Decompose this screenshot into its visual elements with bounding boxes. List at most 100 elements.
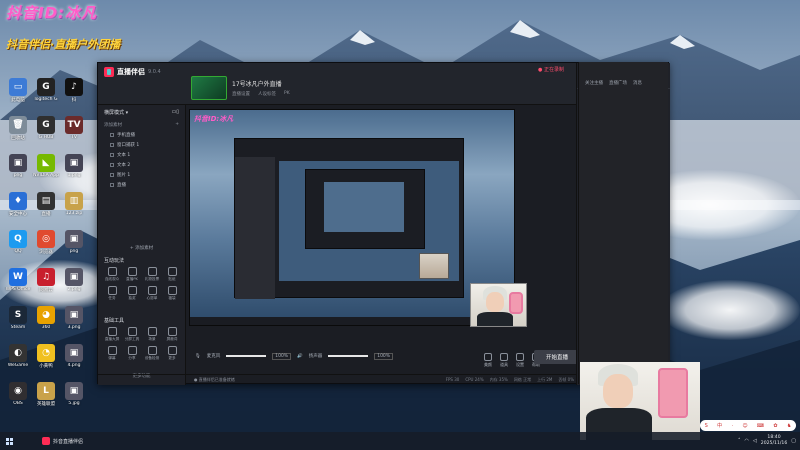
checkbox-icon[interactable] (110, 163, 114, 167)
source-item[interactable]: 手机直播 (98, 130, 185, 140)
desktop-icon[interactable]: GG HUB (32, 116, 60, 140)
desktop-icon[interactable]: ▭ 此电脑 (4, 78, 32, 103)
speaker-volume-value[interactable]: 100% (374, 352, 394, 360)
desktop-icon[interactable]: Q QQ (4, 230, 32, 254)
clock[interactable]: 18:40 2025/11/16 (761, 435, 787, 447)
checkbox-icon[interactable] (110, 133, 114, 137)
room-meta-pk[interactable]: PK (284, 91, 290, 97)
beauty-button[interactable]: 美颜 (484, 353, 492, 368)
desktop-icon[interactable]: ♪ 抖 (60, 78, 88, 103)
room-meta-settings[interactable]: 直播设置 (232, 91, 250, 97)
start-button[interactable] (0, 432, 18, 450)
add-source-button[interactable]: + 添加素材 (98, 245, 185, 251)
source-item[interactable]: 文本 1 (98, 150, 185, 160)
desktop-icon[interactable]: ◐ WeGame (4, 344, 32, 368)
room-meta-tags[interactable]: 人设标签 (258, 91, 276, 97)
stream-preview[interactable]: 抖音ID:冰凡 (189, 109, 515, 326)
settings-button[interactable]: 设置 (516, 353, 524, 368)
mic-volume-value[interactable]: 100% (272, 352, 292, 360)
volume-icon[interactable]: ◁ (753, 438, 757, 444)
source-item[interactable]: 图片 1 (98, 170, 185, 180)
tool-button[interactable]: 分享 (122, 346, 142, 361)
desktop-icon[interactable]: ▥ 123.zip (60, 192, 88, 216)
desktop-icon[interactable]: ▣ 5.jpg (60, 382, 88, 406)
desktop-icon-label: png (69, 249, 79, 254)
status-metric: CPU 24% (465, 377, 484, 382)
checkbox-icon[interactable] (110, 143, 114, 147)
checkbox-icon[interactable] (110, 183, 114, 187)
props-button[interactable]: 道具 (500, 353, 508, 368)
plus-icon[interactable]: + (175, 122, 179, 128)
checkbox-icon[interactable] (110, 153, 114, 157)
desktop-icon[interactable]: ♦ 安全中心 (4, 192, 32, 217)
tool-button[interactable]: 福袋 (162, 286, 182, 301)
desktop-icon[interactable]: ◎ 浏览器 (32, 230, 60, 255)
speaker-volume-slider[interactable] (328, 355, 369, 357)
ime-tool-icon[interactable]: · (731, 423, 733, 429)
desktop-icon[interactable]: ▤ 直播 (32, 192, 60, 217)
notification-icon[interactable]: ▢ (791, 438, 796, 444)
tool-button[interactable]: 任务 (102, 286, 122, 301)
speaker-icon[interactable]: 🔊 (297, 354, 303, 359)
desktop-icon[interactable]: ◣ NVIDIA App (32, 154, 60, 178)
microphone-icon[interactable]: 🎙 (195, 354, 201, 359)
desktop-icon[interactable]: ▣ 3.png (60, 306, 88, 330)
tool-button[interactable]: 直播PK (122, 267, 142, 282)
desktop-icon[interactable]: ▣ png (60, 230, 88, 254)
source-item[interactable]: 窗口捕获 1 (98, 140, 185, 150)
start-live-button[interactable]: 开始直播 (534, 350, 580, 364)
desktop-icon[interactable]: 🗑 回收站 (4, 116, 32, 141)
tool-button[interactable]: 心愿单 (142, 286, 162, 301)
ime-tool-icon[interactable]: ✿ (773, 423, 777, 429)
source-item[interactable]: 文本 2 (98, 160, 185, 170)
ime-tool-icon[interactable]: ☺ (742, 423, 747, 429)
tool-button[interactable]: 屏蔽词 (162, 327, 182, 342)
desktop-icon[interactable]: ♫ 网易云 (32, 268, 60, 293)
ime-tool-icon[interactable]: 中 (717, 422, 722, 429)
tool-button[interactable]: 弹幕 (102, 346, 122, 361)
ime-tool-icon[interactable]: ⌨ (757, 423, 764, 429)
chevron-up-icon[interactable]: ˄ (738, 438, 741, 444)
tool-button[interactable]: 连线观众 (102, 267, 122, 282)
tool-button[interactable]: 场景 (142, 327, 162, 342)
desktop-icon[interactable]: Glogitech G (32, 78, 60, 102)
desktop-icon[interactable]: ▣ png (4, 154, 32, 178)
desktop-icon[interactable]: ◕ 360 (32, 306, 60, 330)
tool-button[interactable]: 分屏工具 (122, 327, 142, 342)
checkbox-icon[interactable] (110, 173, 114, 177)
side-browser-window[interactable]: 关注主播 直播广场 消息 (578, 62, 668, 384)
room-cover-thumbnail[interactable] (191, 76, 227, 100)
scene-selector[interactable]: 横屏模式 ▾ ▭▯ (98, 105, 185, 120)
desktop-icon[interactable]: L 英雄联盟 (32, 382, 60, 407)
desktop-icon[interactable]: TV TV (60, 116, 88, 140)
side-tab-square[interactable]: 直播广场 (609, 80, 627, 86)
side-tab-messages[interactable]: 消息 (633, 80, 642, 86)
ime-toolbar[interactable]: S 中 · ☺ ⌨ ✿ ♞ (700, 420, 796, 431)
side-tab-follow[interactable]: 关注主播 (585, 80, 603, 86)
tool-button[interactable]: 贴纸 (162, 267, 182, 282)
ime-tool-icon[interactable]: ♞ (787, 423, 791, 429)
desktop-icon[interactable]: ▣ 1.png (60, 154, 88, 178)
tool-button[interactable]: 抽奖 (122, 286, 142, 301)
tool-button[interactable]: 更多 (162, 346, 182, 361)
tool-label: 更多 (168, 356, 176, 360)
desktop-icon[interactable]: ▣ 2.png (60, 268, 88, 292)
source-item-label: 手机直播 (117, 133, 135, 138)
network-icon[interactable]: ◠ (745, 438, 749, 444)
desktop-icon[interactable]: ◔ 小黄鸭 (32, 344, 60, 369)
desktop-app-icon: ▥ (65, 192, 83, 210)
desktop-icon[interactable]: S Steam (4, 306, 32, 330)
desktop-icon[interactable]: ▣ 4.png (60, 344, 88, 368)
layout-icon[interactable]: ▭▯ (172, 109, 179, 116)
taskbar-item-live-companion[interactable]: 抖音直播伴侣 (38, 432, 87, 450)
tool-button[interactable]: 礼物投票 (142, 267, 162, 282)
tool-label: 任务 (108, 296, 116, 300)
desktop-icon[interactable]: W WPS Office (4, 268, 32, 292)
desktop-icon[interactable]: ◉ OBS (4, 382, 32, 406)
mic-volume-slider[interactable] (226, 355, 267, 357)
tool-button[interactable]: 直播大屏 (102, 327, 122, 342)
source-item[interactable]: 直播 (98, 180, 185, 190)
room-title[interactable]: 17号冰凡户外直播 (232, 79, 282, 88)
tool-button[interactable]: 设备检测 (142, 346, 162, 361)
ime-tool-icon[interactable]: S (705, 423, 708, 429)
